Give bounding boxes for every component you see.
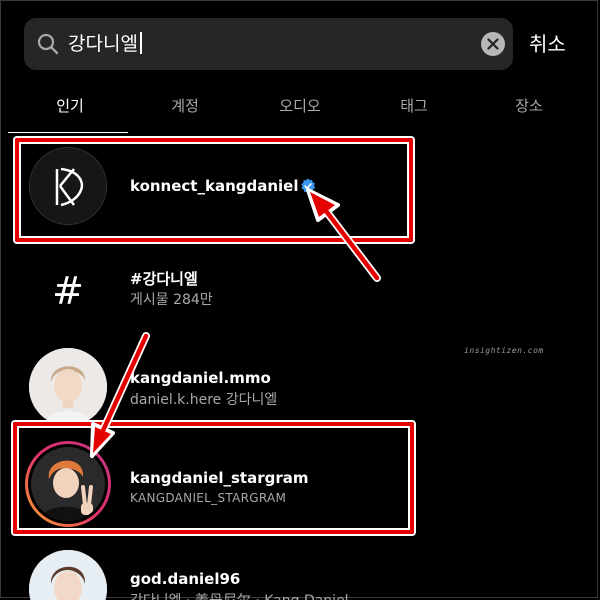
result-fullname: daniel.k.here 강다니엘 [130, 392, 278, 408]
result-username: konnect_kangdaniel [130, 177, 299, 195]
search-bar[interactable]: 강다니엘 [24, 18, 513, 70]
profile-photo-icon [29, 348, 107, 426]
result-username: god.daniel96 [130, 570, 241, 588]
result-item-god-daniel96[interactable]: god.daniel96 강다니엘 · 姜丹尼尔 · Kang Daniel [0, 540, 600, 600]
search-icon [37, 33, 59, 55]
avatar [29, 147, 107, 225]
cancel-button[interactable]: 취소 [529, 18, 566, 70]
result-username: kangdaniel_stargram [130, 469, 309, 487]
profile-photo-icon [31, 447, 105, 521]
search-input-value: 강다니엘 [68, 33, 138, 55]
result-item-hashtag[interactable]: # #강다니엘 게시물 284만 [0, 248, 600, 334]
search-tabs: 인기 계정 오디오 태그 장소 [0, 86, 600, 134]
hashtag-icon: # [52, 269, 84, 313]
search-input[interactable]: 강다니엘 [68, 18, 142, 70]
result-fullname: 강다니엘 · 姜丹尼尔 · Kang Daniel [130, 590, 349, 600]
watermark: insightizen.com [464, 346, 544, 355]
result-fullname: KANGDANIEL_STARGRAM [130, 491, 287, 505]
active-tab-indicator [8, 132, 128, 133]
result-username: kangdaniel.mmo [130, 369, 271, 387]
text-caret [139, 32, 142, 54]
tab-accounts[interactable]: 계정 [155, 86, 215, 130]
story-ring [25, 441, 111, 527]
tab-top[interactable]: 인기 [40, 86, 100, 130]
tab-places[interactable]: 장소 [499, 86, 559, 130]
profile-photo-icon [29, 550, 107, 600]
result-post-count: 게시물 284만 [130, 292, 213, 308]
avatar [29, 550, 107, 600]
verified-badge-icon [301, 178, 316, 194]
konnect-logo-icon [30, 148, 106, 224]
result-hashtag-name: #강다니엘 [130, 270, 198, 288]
avatar [29, 348, 107, 426]
result-item-kangdaniel-stargram[interactable]: kangdaniel_stargram KANGDANIEL_STARGRAM [0, 435, 600, 527]
result-item-konnect-kangdaniel[interactable]: konnect_kangdaniel [0, 143, 600, 229]
tab-audio[interactable]: 오디오 [265, 86, 335, 130]
close-icon [487, 38, 499, 50]
tab-tags[interactable]: 태그 [384, 86, 444, 130]
clear-search-button[interactable] [481, 32, 505, 56]
